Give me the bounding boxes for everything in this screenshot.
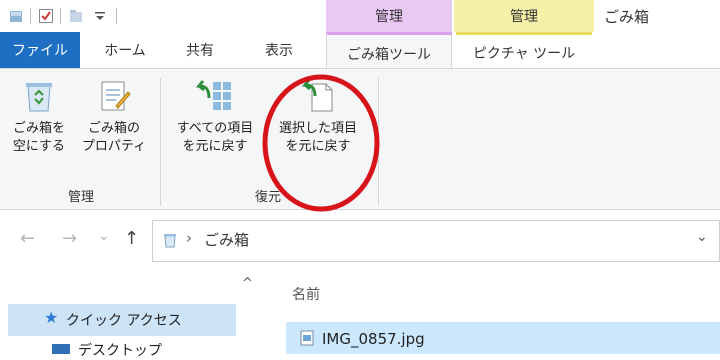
toolbar-separator bbox=[116, 8, 117, 24]
breadcrumb-recycle-bin[interactable]: ごみ箱 bbox=[204, 229, 249, 250]
up-arrow-icon[interactable]: ↑ bbox=[124, 228, 139, 249]
forward-arrow-icon[interactable]: → bbox=[62, 228, 77, 249]
highlight-circle-annotation bbox=[262, 74, 380, 212]
tab-file[interactable]: ファイル bbox=[0, 32, 80, 68]
restore-all-items-button[interactable]: すべての項目 を元に戻す bbox=[166, 78, 264, 188]
properties-label-line1: ごみ箱の bbox=[87, 121, 140, 136]
properties-label-line2: プロパティ bbox=[81, 139, 147, 154]
address-dropdown-icon[interactable]: ⌄ bbox=[696, 229, 708, 245]
toolbar-separator bbox=[30, 8, 31, 24]
properties-check-icon[interactable] bbox=[38, 8, 54, 24]
toolbar-separator bbox=[60, 8, 61, 24]
file-row[interactable]: IMG_0857.jpg bbox=[286, 322, 720, 354]
customize-toolbar-icon[interactable] bbox=[92, 8, 108, 24]
nav-scrollbar[interactable]: ^ bbox=[236, 272, 258, 354]
restore-all-icon bbox=[195, 80, 231, 110]
sidebar-item-quick-access[interactable]: ★ クイック アクセス bbox=[8, 304, 236, 336]
star-icon: ★ bbox=[44, 308, 59, 327]
sidebar-item-desktop[interactable]: デスクトップ bbox=[8, 338, 236, 359]
tab-view[interactable]: 表示 bbox=[244, 32, 314, 68]
back-arrow-icon[interactable]: ← bbox=[20, 228, 35, 249]
manage-context-header-recycle: 管理 bbox=[326, 0, 452, 32]
tab-home[interactable]: ホーム bbox=[90, 32, 160, 68]
manage-group-label: 管理 bbox=[67, 190, 94, 205]
recycle-bin-properties-button[interactable]: ごみ箱の プロパティ bbox=[76, 78, 152, 188]
empty-bin-label-line2: 空にする bbox=[12, 139, 66, 154]
recent-locations-icon[interactable]: ⌄ bbox=[98, 228, 110, 244]
manage-context-header-picture: 管理 bbox=[454, 0, 594, 32]
desktop-icon bbox=[52, 344, 70, 354]
scroll-up-icon[interactable]: ^ bbox=[242, 276, 253, 291]
folder-small-icon[interactable] bbox=[68, 8, 84, 24]
image-file-icon bbox=[300, 330, 314, 346]
window-title: ごみ箱 bbox=[604, 8, 650, 26]
sidebar-item-label: デスクトップ bbox=[78, 343, 162, 359]
tab-recycle-bin-tools[interactable]: ごみ箱ツール bbox=[326, 32, 452, 72]
recycle-bin-icon bbox=[26, 83, 52, 112]
properties-icon bbox=[101, 81, 131, 111]
tab-picture-tools[interactable]: ピクチャ ツール bbox=[456, 32, 592, 71]
recycle-bin-small-icon[interactable] bbox=[8, 8, 24, 24]
recycle-bin-breadcrumb-icon bbox=[164, 234, 176, 248]
group-divider bbox=[160, 78, 161, 206]
breadcrumb-separator: › bbox=[186, 229, 192, 247]
file-name: IMG_0857.jpg bbox=[322, 330, 425, 348]
empty-recycle-bin-button[interactable]: ごみ箱を 空にする bbox=[4, 78, 74, 188]
column-header-name[interactable]: 名前 bbox=[292, 284, 320, 304]
sidebar-item-label: クイック アクセス bbox=[66, 313, 182, 329]
restore-all-label-line2: を元に戻す bbox=[182, 139, 248, 154]
restore-all-label-line1: すべての項目 bbox=[176, 121, 254, 136]
tab-share[interactable]: 共有 bbox=[170, 32, 230, 68]
empty-bin-label-line1: ごみ箱を bbox=[12, 121, 65, 136]
